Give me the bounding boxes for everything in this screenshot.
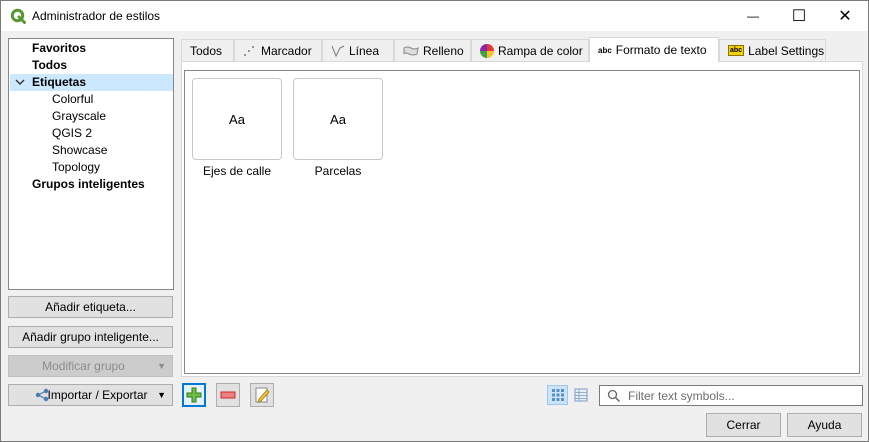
modify-group-button[interactable]: Modificar grupo ▼ (8, 355, 173, 377)
maximize-button[interactable]: ☐ (776, 1, 822, 31)
tab-label: Rampa de color (498, 43, 583, 58)
minimize-icon: — (747, 9, 759, 23)
symbol-preview: Aa (293, 78, 383, 160)
close-label: Cerrar (726, 418, 761, 432)
list-view-button[interactable] (570, 385, 591, 405)
maximize-icon: ☐ (791, 8, 807, 25)
add-smart-group-label: Añadir grupo inteligente... (22, 330, 159, 344)
close-window-button[interactable]: ✕ (822, 1, 868, 31)
tree-item-colorful[interactable]: Colorful (52, 91, 93, 108)
qgis-logo-icon (10, 8, 26, 24)
add-symbol-icon (186, 387, 202, 403)
chevron-down-icon[interactable] (14, 75, 26, 89)
tab-rampa-de-color[interactable]: Rampa de color (471, 39, 589, 61)
tab-label: Línea (349, 43, 380, 58)
tab-linea[interactable]: Línea (322, 39, 394, 61)
share-icon (35, 388, 49, 402)
dropdown-arrow-icon: ▼ (157, 361, 166, 371)
tab-label: Marcador (261, 43, 312, 58)
symbol-list-view[interactable]: Aa Ejes de calle Aa Parcelas (184, 70, 860, 374)
tree-item-showcase[interactable]: Showcase (52, 142, 107, 159)
tree-item-favoritos[interactable]: Favoritos (32, 40, 86, 57)
symbol-label: Parcelas (314, 164, 362, 178)
symbol-preview-text: Aa (330, 111, 346, 127)
tab-todos[interactable]: Todos (181, 39, 234, 61)
dropdown-arrow-icon: ▼ (157, 390, 166, 400)
list-view-icon (574, 388, 587, 402)
symbol-preview: Aa (192, 78, 282, 160)
text-format-icon: abc (598, 45, 612, 55)
close-button[interactable]: Cerrar (706, 413, 781, 437)
title-bar: Administrador de estilos — ☐ ✕ (1, 1, 868, 31)
group-tree[interactable]: Favoritos Todos Etiquetas Colorful Grays… (8, 38, 174, 290)
tab-formato-de-texto[interactable]: abc Formato de texto (589, 37, 719, 62)
tab-relleno[interactable]: Relleno (394, 39, 471, 61)
edit-symbol-button[interactable] (250, 383, 274, 407)
tab-label: Todos (190, 43, 223, 58)
add-tag-button[interactable]: Añadir etiqueta... (8, 296, 173, 318)
edit-symbol-icon (255, 387, 270, 403)
symbol-preview-text: Aa (229, 111, 245, 127)
tree-item-qgis2[interactable]: QGIS 2 (52, 125, 92, 142)
tree-item-grayscale[interactable]: Grayscale (52, 108, 106, 125)
modify-group-label: Modificar grupo (42, 359, 125, 373)
search-icon (607, 389, 621, 403)
tab-label: Label Settings (748, 43, 825, 58)
help-label: Ayuda (807, 418, 842, 432)
icon-view-button[interactable] (547, 385, 568, 405)
add-smart-group-button[interactable]: Añadir grupo inteligente... (8, 326, 173, 348)
import-export-label: Importar / Exportar (47, 388, 148, 402)
label-settings-icon: abc (728, 45, 745, 56)
tab-label: Relleno (423, 43, 464, 58)
symbol-panel: Aa Ejes de calle Aa Parcelas (181, 61, 863, 377)
add-tag-label: Añadir etiqueta... (45, 300, 136, 314)
remove-symbol-button[interactable] (216, 383, 240, 407)
help-button[interactable]: Ayuda (787, 413, 862, 437)
color-ramp-icon (480, 43, 494, 58)
import-export-button[interactable]: Importar / Exportar ▼ (8, 384, 173, 406)
tree-item-etiquetas[interactable]: Etiquetas (32, 74, 86, 91)
line-icon (331, 45, 345, 57)
add-symbol-button[interactable] (182, 383, 206, 407)
tree-item-todos[interactable]: Todos (32, 57, 67, 74)
marker-icon (244, 45, 254, 56)
tab-label: Formato de texto (615, 43, 707, 57)
tree-item-grupos-inteligentes[interactable]: Grupos inteligentes (32, 176, 145, 193)
tab-marcador[interactable]: Marcador (234, 39, 322, 61)
symbol-label: Ejes de calle (202, 164, 272, 178)
close-icon: ✕ (838, 8, 852, 25)
search-input[interactable] (626, 387, 858, 404)
icon-view-icon (551, 389, 564, 401)
tree-item-topology[interactable]: Topology (52, 159, 100, 176)
tab-label-settings[interactable]: abc Label Settings (719, 39, 826, 61)
window-title: Administrador de estilos (32, 9, 161, 23)
remove-symbol-icon (220, 391, 236, 399)
fill-icon (403, 46, 419, 55)
minimize-button[interactable]: — (730, 1, 776, 31)
filter-search-box[interactable] (599, 385, 863, 406)
style-manager-window: Administrador de estilos — ☐ ✕ Favoritos… (0, 0, 869, 442)
